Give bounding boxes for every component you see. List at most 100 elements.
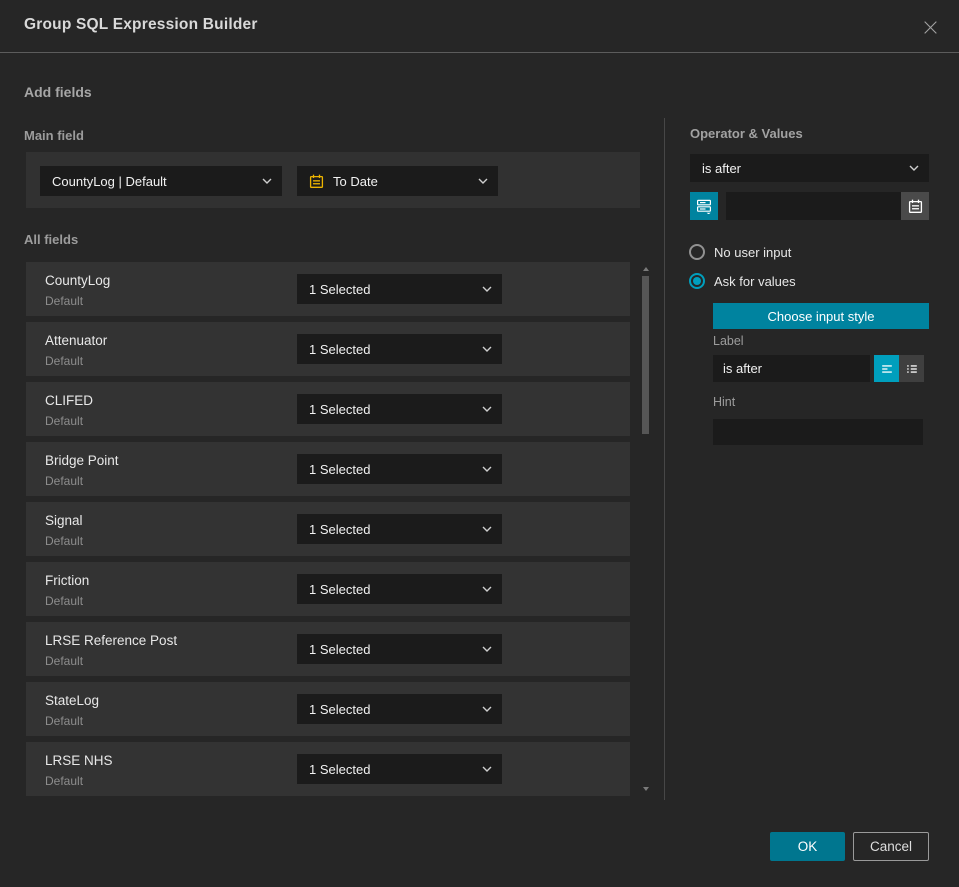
all-fields-list: CountyLog Default 1 Selected Attenuator … xyxy=(26,262,630,802)
radio-no-user-input-label: No user input xyxy=(714,244,792,260)
scrollbar-down-arrow-icon[interactable] xyxy=(643,787,649,791)
field-type: Default xyxy=(45,294,84,308)
field-selection-dropdown[interactable]: 1 Selected xyxy=(297,514,502,544)
chevron-down-icon xyxy=(474,406,492,412)
chevron-down-icon xyxy=(474,586,492,592)
chevron-down-icon xyxy=(254,178,272,184)
field-name: Friction xyxy=(45,573,90,588)
field-name: Attenuator xyxy=(45,333,108,348)
main-field-heading: Main field xyxy=(24,128,84,143)
field-selection-dropdown[interactable]: 1 Selected xyxy=(297,274,502,304)
field-type: Default xyxy=(45,414,84,428)
field-selection-dropdown[interactable]: 1 Selected xyxy=(297,574,502,604)
field-type: Default xyxy=(45,534,84,548)
operator-dropdown-value: is after xyxy=(702,160,742,176)
main-field-panel: CountyLog | Default To Date xyxy=(26,152,640,208)
chevron-down-icon xyxy=(474,766,492,772)
header-divider xyxy=(0,52,959,53)
radio-ask-for-values[interactable]: Ask for values xyxy=(689,273,796,289)
field-row: LRSE NHS Default 1 Selected xyxy=(26,742,630,796)
field-selection-value: 1 Selected xyxy=(309,341,371,357)
field-name: Signal xyxy=(45,513,83,528)
field-selection-dropdown[interactable]: 1 Selected xyxy=(297,454,502,484)
field-name: StateLog xyxy=(45,693,100,708)
field-selection-dropdown[interactable]: 1 Selected xyxy=(297,334,502,364)
main-date-dropdown[interactable]: To Date xyxy=(297,166,498,196)
field-row: Friction Default 1 Selected xyxy=(26,562,630,616)
chevron-down-icon xyxy=(474,646,492,652)
field-name: CountyLog xyxy=(45,273,111,288)
chevron-down-icon xyxy=(474,526,492,532)
chevron-down-icon xyxy=(474,706,492,712)
date-picker-button[interactable] xyxy=(901,192,929,220)
field-name: Bridge Point xyxy=(45,453,119,468)
field-name: LRSE Reference Post xyxy=(45,633,178,648)
close-icon xyxy=(922,19,939,36)
field-selection-value: 1 Selected xyxy=(309,521,371,537)
field-selection-value: 1 Selected xyxy=(309,761,371,777)
value-source-button[interactable] xyxy=(690,192,718,220)
scrollbar-thumb[interactable] xyxy=(642,276,649,434)
field-selection-dropdown[interactable]: 1 Selected xyxy=(297,694,502,724)
align-left-icon xyxy=(880,362,894,376)
field-row: CLIFED Default 1 Selected xyxy=(26,382,630,436)
field-row: Signal Default 1 Selected xyxy=(26,502,630,556)
operator-values-heading: Operator & Values xyxy=(690,126,803,141)
field-type: Default xyxy=(45,474,84,488)
field-row: Attenuator Default 1 Selected xyxy=(26,322,630,376)
hint-field-label: Hint xyxy=(713,395,736,409)
field-selection-dropdown[interactable]: 1 Selected xyxy=(297,634,502,664)
list-style-button[interactable] xyxy=(899,355,924,382)
field-type: Default xyxy=(45,714,84,728)
field-selection-value: 1 Selected xyxy=(309,701,371,717)
cancel-button[interactable]: Cancel xyxy=(853,832,929,861)
field-row: Bridge Point Default 1 Selected xyxy=(26,442,630,496)
field-selection-value: 1 Selected xyxy=(309,401,371,417)
field-selection-value: 1 Selected xyxy=(309,461,371,477)
main-field-dropdown[interactable]: CountyLog | Default xyxy=(40,166,282,196)
main-date-dropdown-value: To Date xyxy=(333,173,378,189)
value-date-input[interactable] xyxy=(726,192,901,220)
dialog-title: Group SQL Expression Builder xyxy=(24,16,258,33)
field-row: CountyLog Default 1 Selected xyxy=(26,262,630,316)
field-row: StateLog Default 1 Selected xyxy=(26,682,630,736)
all-fields-heading: All fields xyxy=(24,232,79,247)
chevron-down-icon xyxy=(474,286,492,292)
list-scrollbar[interactable] xyxy=(641,262,651,796)
chevron-down-icon xyxy=(474,346,492,352)
calendar-icon xyxy=(908,199,923,214)
field-type: Default xyxy=(45,774,84,788)
input-style-toggle-group xyxy=(874,355,924,382)
single-line-style-button[interactable] xyxy=(874,355,899,382)
list-icon xyxy=(905,362,919,376)
scrollbar-up-arrow-icon[interactable] xyxy=(643,267,649,271)
field-selection-dropdown[interactable]: 1 Selected xyxy=(297,754,502,784)
main-field-dropdown-value: CountyLog | Default xyxy=(52,173,167,189)
radio-no-user-input[interactable]: No user input xyxy=(689,244,791,260)
add-fields-heading: Add fields xyxy=(24,84,92,100)
field-type: Default xyxy=(45,594,84,608)
field-selection-value: 1 Selected xyxy=(309,641,371,657)
operator-dropdown[interactable]: is after xyxy=(690,154,929,182)
ok-button[interactable]: OK xyxy=(770,832,845,861)
label-field-label: Label xyxy=(713,334,744,348)
field-selection-value: 1 Selected xyxy=(309,581,371,597)
dialog-title-bar: Group SQL Expression Builder xyxy=(0,0,959,52)
field-selection-dropdown[interactable]: 1 Selected xyxy=(297,394,502,424)
choose-input-style-button[interactable]: Choose input style xyxy=(713,303,929,329)
calendar-icon xyxy=(309,174,324,189)
field-selection-value: 1 Selected xyxy=(309,281,371,297)
chevron-down-icon xyxy=(470,178,488,184)
radio-ask-for-values-label: Ask for values xyxy=(714,273,796,289)
chevron-down-icon xyxy=(474,466,492,472)
field-row: LRSE Reference Post Default 1 Selected xyxy=(26,622,630,676)
close-button[interactable] xyxy=(919,16,941,38)
hint-input[interactable] xyxy=(713,419,923,445)
field-type: Default xyxy=(45,654,84,668)
field-stack-icon xyxy=(696,198,712,214)
label-input[interactable] xyxy=(713,355,870,382)
chevron-down-icon xyxy=(901,165,919,171)
panel-divider xyxy=(664,118,665,800)
field-type: Default xyxy=(45,354,84,368)
field-name: CLIFED xyxy=(45,393,94,408)
